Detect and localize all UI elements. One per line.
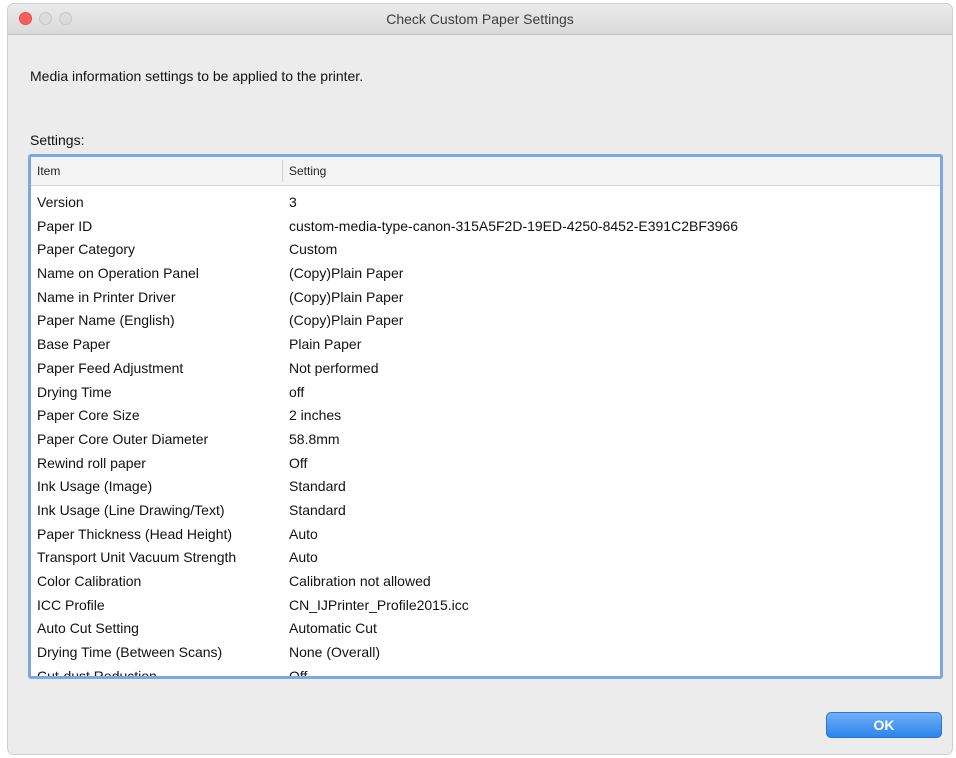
table-row[interactable]: Paper Category Custom bbox=[31, 238, 940, 262]
row-item-cell: Cut-dust Reduction bbox=[37, 667, 157, 679]
row-setting-cell: None (Overall) bbox=[289, 644, 381, 661]
row-item-cell: Paper Name (English) bbox=[37, 312, 175, 329]
table-row[interactable]: Rewind roll paper Off bbox=[31, 452, 940, 476]
table-body: Version 3 Paper ID custom-media-type-canon-… bbox=[31, 191, 940, 679]
row-setting-cell: Off bbox=[289, 667, 308, 679]
row-item-cell: Paper Feed Adjustment bbox=[37, 359, 184, 376]
table-row[interactable]: Paper Feed Adjustment Not performed bbox=[31, 357, 940, 381]
row-item-cell: Name in Printer Driver bbox=[37, 288, 176, 305]
row-setting-cell: (Copy)Plain Paper bbox=[289, 312, 404, 329]
table-row[interactable]: Paper ID custom-media-type-canon-315A5F2D… bbox=[31, 215, 940, 239]
row-setting-cell: custom-media-type-canon-315A5F2D-19ED-42… bbox=[289, 217, 739, 234]
description-text: Media information settings to be applied… bbox=[30, 68, 364, 84]
row-item-cell: Paper Category bbox=[37, 241, 136, 258]
window-title: Check Custom Paper Settings bbox=[386, 11, 574, 27]
table-row[interactable]: Base Paper Plain Paper bbox=[31, 333, 940, 357]
row-item-cell: Drying Time bbox=[37, 383, 112, 400]
row-item-cell: Ink Usage (Line Drawing/Text) bbox=[37, 501, 225, 518]
row-setting-cell: Off bbox=[289, 454, 308, 471]
row-setting-cell: Auto bbox=[289, 549, 318, 566]
table-row[interactable]: Name in Printer Driver (Copy)Plain Paper bbox=[31, 286, 940, 310]
table-row[interactable]: Auto Cut Setting Automatic Cut bbox=[31, 617, 940, 641]
row-item-cell: Ink Usage (Image) bbox=[37, 478, 153, 495]
table-row[interactable]: Drying Time off bbox=[31, 381, 940, 405]
row-item-cell: Transport Unit Vacuum Strength bbox=[37, 549, 237, 566]
column-divider[interactable] bbox=[282, 160, 283, 182]
row-item-cell: Paper Core Size bbox=[37, 407, 140, 424]
row-item-cell: Auto Cut Setting bbox=[37, 620, 139, 637]
row-setting-cell: Not performed bbox=[289, 359, 379, 376]
table-row[interactable]: Paper Thickness (Head Height) Auto bbox=[31, 523, 940, 547]
table-row[interactable]: Paper Name (English) (Copy)Plain Paper bbox=[31, 309, 940, 333]
table-header: Item Setting bbox=[31, 157, 940, 186]
table-row[interactable]: Paper Core Outer Diameter 58.8mm bbox=[31, 428, 940, 452]
row-setting-cell: Standard bbox=[289, 501, 346, 518]
row-item-cell: Rewind roll paper bbox=[37, 454, 146, 471]
column-header-setting[interactable]: Setting bbox=[289, 164, 326, 178]
row-item-cell: Base Paper bbox=[37, 336, 111, 353]
row-setting-cell: 3 bbox=[289, 194, 297, 210]
row-setting-cell: Calibration not allowed bbox=[289, 573, 431, 589]
table-row[interactable]: Color Calibration Calibration not allowed bbox=[31, 570, 940, 594]
table-row[interactable]: Version 3 bbox=[31, 191, 940, 215]
row-setting-cell: 2 inches bbox=[289, 407, 342, 424]
table-row[interactable]: Ink Usage (Image) Standard bbox=[31, 475, 940, 499]
table-row[interactable]: Drying Time (Between Scans) None (Overall… bbox=[31, 641, 940, 665]
row-setting-cell: off bbox=[289, 383, 305, 400]
table-row[interactable]: Paper Core Size 2 inches bbox=[31, 404, 940, 428]
row-item-cell: Color Calibration bbox=[37, 573, 142, 589]
row-item-cell: Drying Time (Between Scans) bbox=[37, 644, 223, 661]
table-row[interactable]: ICC Profile CN_IJPrinter_Profile2015.icc bbox=[31, 594, 940, 618]
row-item-cell: Paper Core Outer Diameter bbox=[37, 430, 209, 447]
row-item-cell: Paper Thickness (Head Height) bbox=[37, 525, 233, 542]
row-setting-cell: CN_IJPrinter_Profile2015.icc bbox=[289, 596, 469, 613]
row-setting-cell: (Copy)Plain Paper bbox=[289, 265, 404, 282]
row-setting-cell: Standard bbox=[289, 478, 346, 495]
row-setting-cell: Custom bbox=[289, 241, 338, 258]
table-row[interactable]: Cut-dust Reduction Off bbox=[31, 665, 940, 679]
row-setting-cell: (Copy)Plain Paper bbox=[289, 288, 404, 305]
settings-label: Settings: bbox=[30, 132, 85, 148]
row-item-cell: ICC Profile bbox=[37, 596, 105, 613]
row-item-cell: Paper ID bbox=[37, 217, 93, 234]
table-row[interactable]: Name on Operation Panel (Copy)Plain Paper bbox=[31, 262, 940, 286]
table-row[interactable]: Transport Unit Vacuum Strength Auto bbox=[31, 546, 940, 570]
row-item-cell: Name on Operation Panel bbox=[37, 265, 199, 282]
title-bar[interactable]: Check Custom Paper Settings bbox=[8, 4, 952, 35]
row-setting-cell: 58.8mm bbox=[289, 430, 340, 447]
column-header-item[interactable]: Item bbox=[37, 164, 60, 178]
row-setting-cell: Plain Paper bbox=[289, 336, 362, 353]
row-setting-cell: Auto bbox=[289, 525, 318, 542]
row-item-cell: Version bbox=[37, 194, 84, 210]
ok-button[interactable]: OK bbox=[826, 712, 942, 738]
settings-table[interactable]: Item Setting Version 3 Paper ID custom-medi… bbox=[28, 154, 943, 679]
row-setting-cell: Automatic Cut bbox=[289, 620, 377, 637]
table-row[interactable]: Ink Usage (Line Drawing/Text) Standard bbox=[31, 499, 940, 523]
dialog-window: Check Custom Paper Settings Media inform… bbox=[8, 4, 952, 754]
